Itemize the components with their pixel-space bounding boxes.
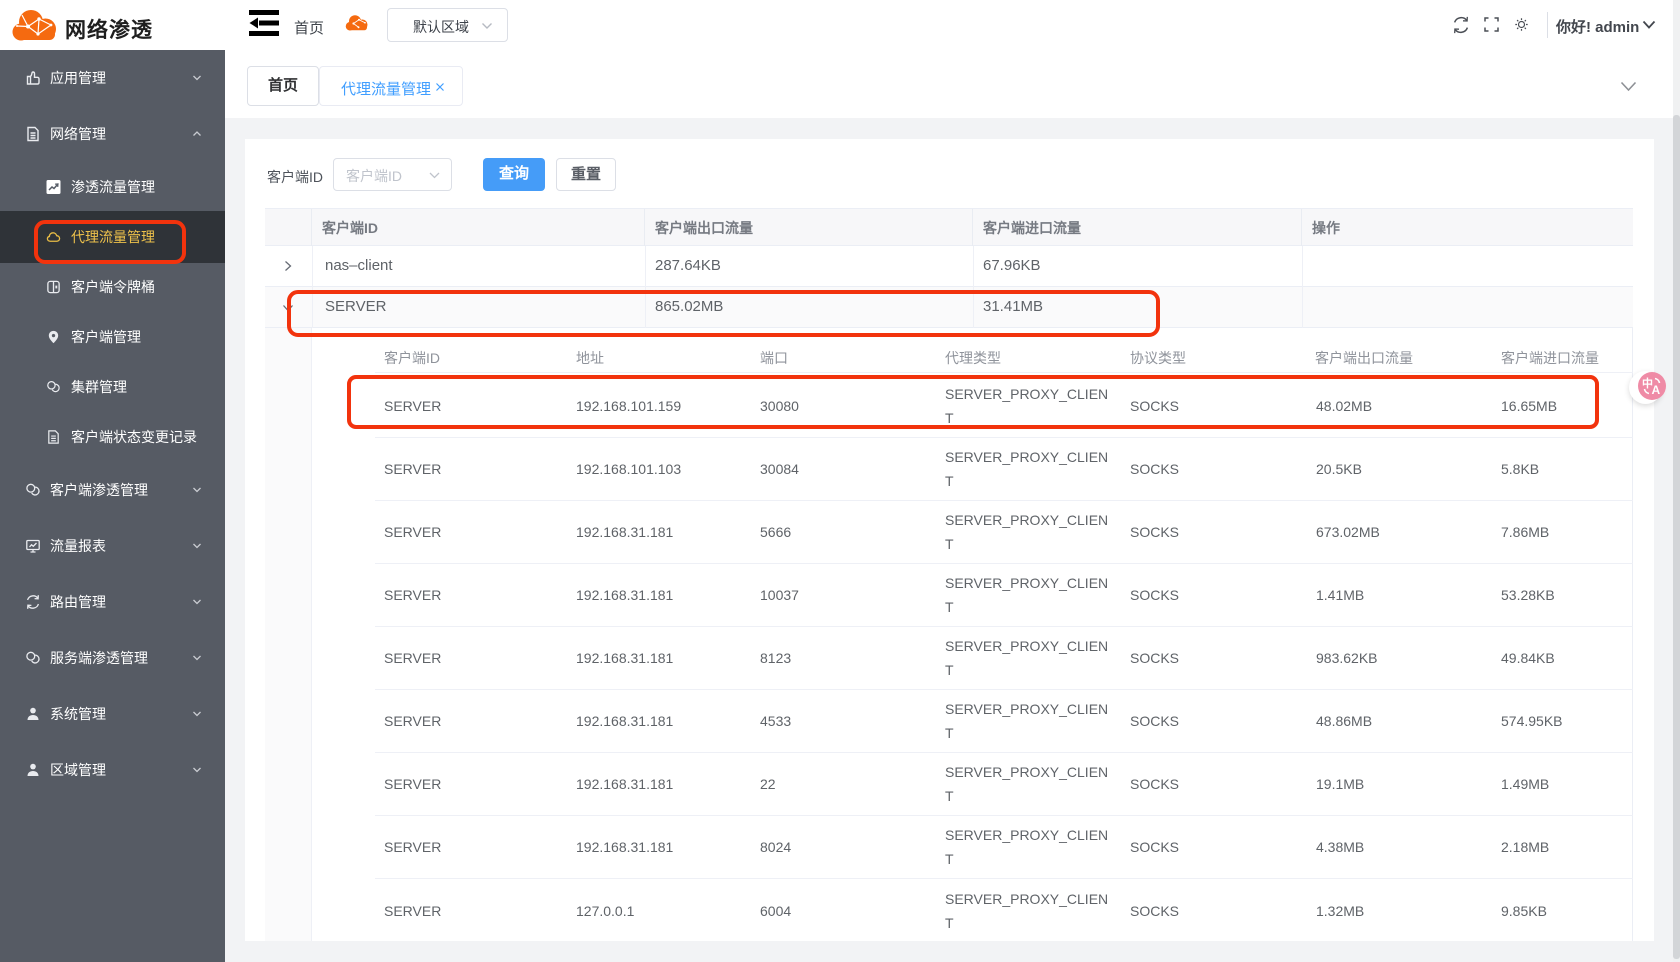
svg-text:A: A: [1652, 383, 1661, 397]
